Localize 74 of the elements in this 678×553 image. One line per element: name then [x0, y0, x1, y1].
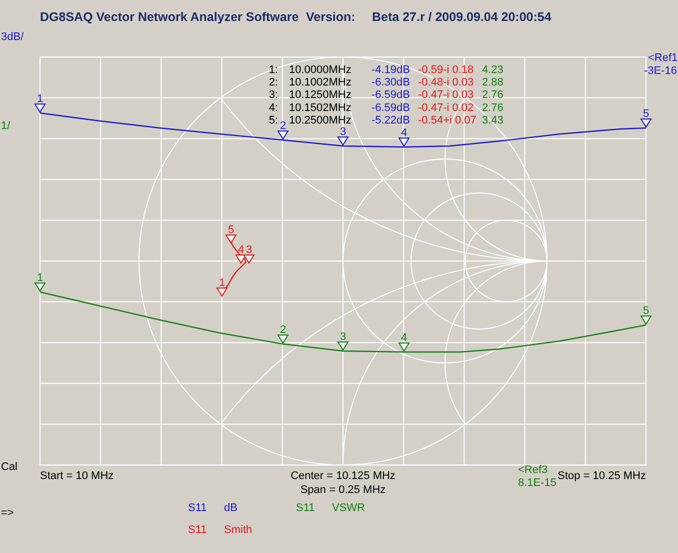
reference-label: <Ref3: [518, 464, 548, 476]
marker-db-value: -4.19dB: [371, 64, 410, 76]
marker-frequency: 10.0000MHz: [289, 64, 352, 76]
legend-parameter: S11: [188, 502, 207, 514]
marker-triangle-icon[interactable]: [277, 130, 289, 140]
marker-triangle-icon[interactable]: [398, 138, 410, 147]
marker-label: 5: [642, 305, 650, 317]
marker-triangle-icon[interactable]: [640, 118, 652, 128]
marker-frequency: 10.1002MHz: [289, 76, 352, 89]
marker-label: 2: [280, 120, 286, 132]
marker-label: 2: [280, 324, 286, 336]
marker-smith-value: -0.47-i 0.02: [418, 102, 474, 114]
marker-number: 2:: [268, 76, 278, 89]
marker-label: 3: [340, 331, 346, 343]
marker-smith-value: -0.48-i 0.03: [418, 76, 474, 89]
marker-db-value: -5.22dB: [371, 114, 410, 126]
marker-label: 1: [36, 93, 44, 105]
marker-db-value: -6.59dB: [371, 89, 410, 102]
legend-format: Smith: [224, 524, 252, 536]
marker-frequency: 10.1250MHz: [289, 89, 352, 102]
marker-number: 1:: [268, 64, 278, 76]
center-frequency: Center = 10.125 MHz: [290, 470, 396, 482]
marker-vswr-value: 2.88: [482, 76, 504, 89]
app-title: DG8SAQ Vector Network Analyzer Software: [40, 10, 299, 24]
marker-triangle-icon[interactable]: [640, 316, 652, 325]
marker-label: 1: [36, 272, 44, 284]
version-label: Version:: [306, 10, 356, 24]
marker-number: 4:: [268, 102, 278, 114]
marker-smith-value: -0.54+i 0.07: [418, 114, 476, 126]
marker-triangle-icon[interactable]: [34, 282, 46, 292]
command-prompt: =>: [1, 507, 14, 519]
reference-label: <Ref1: [648, 52, 678, 64]
marker-label: 3: [340, 126, 346, 138]
marker-triangle-icon[interactable]: [243, 254, 255, 264]
legend-format: VSWR: [332, 502, 365, 514]
marker-vswr-value: 4.23: [482, 64, 504, 76]
marker-number: 3:: [268, 89, 278, 102]
marker-label: 4: [238, 244, 244, 256]
span-frequency: Span = 0.25 MHz: [300, 484, 386, 496]
legend-parameter: S11: [188, 524, 207, 536]
marker-vswr-value: 2.76: [482, 89, 504, 102]
marker-number: 5:: [268, 114, 278, 126]
marker-triangle-icon[interactable]: [216, 288, 228, 297]
marker-triangle-icon[interactable]: [337, 342, 349, 351]
marker-label: 5: [642, 108, 650, 120]
marker-vswr-value: 2.76: [482, 102, 504, 114]
marker-frequency: 10.1502MHz: [289, 102, 352, 114]
scale-label: 3dB/: [1, 31, 24, 43]
marker-triangle-icon[interactable]: [235, 254, 247, 264]
status-label: Cal: [1, 461, 18, 473]
marker-frequency: 10.2500MHz: [289, 114, 352, 126]
marker-label: 4: [400, 127, 408, 139]
marker-label: 4: [400, 332, 408, 344]
legend-format: dB: [224, 502, 238, 514]
marker-label: 5: [228, 224, 234, 236]
reference-value: -3E-16: [644, 65, 677, 77]
marker-smith-value: -0.59-i 0.18: [418, 64, 474, 76]
marker-smith-value: -0.47-i 0.03: [418, 89, 474, 102]
reference-value: 8.1E-15: [518, 477, 557, 489]
scale-label: 1/: [1, 120, 10, 132]
marker-triangle-icon[interactable]: [225, 234, 237, 244]
marker-triangle-icon[interactable]: [34, 104, 46, 113]
marker-db-value: -6.30dB: [371, 76, 410, 89]
start-frequency: Start = 10 MHz: [40, 470, 114, 482]
marker-db-value: -6.59dB: [371, 102, 410, 114]
legend-parameter: S11: [296, 502, 315, 514]
marker-label: 3: [246, 244, 252, 256]
marker-triangle-icon[interactable]: [337, 136, 349, 146]
marker-vswr-value: 3.43: [482, 114, 504, 126]
version-text: Beta 27.r / 2009.09.04 20:00:54: [372, 10, 552, 24]
marker-triangle-icon[interactable]: [398, 342, 410, 352]
stop-frequency: Stop = 10.25 MHz: [558, 470, 646, 482]
marker-triangle-icon[interactable]: [277, 334, 289, 344]
marker-label: 1: [218, 277, 226, 289]
